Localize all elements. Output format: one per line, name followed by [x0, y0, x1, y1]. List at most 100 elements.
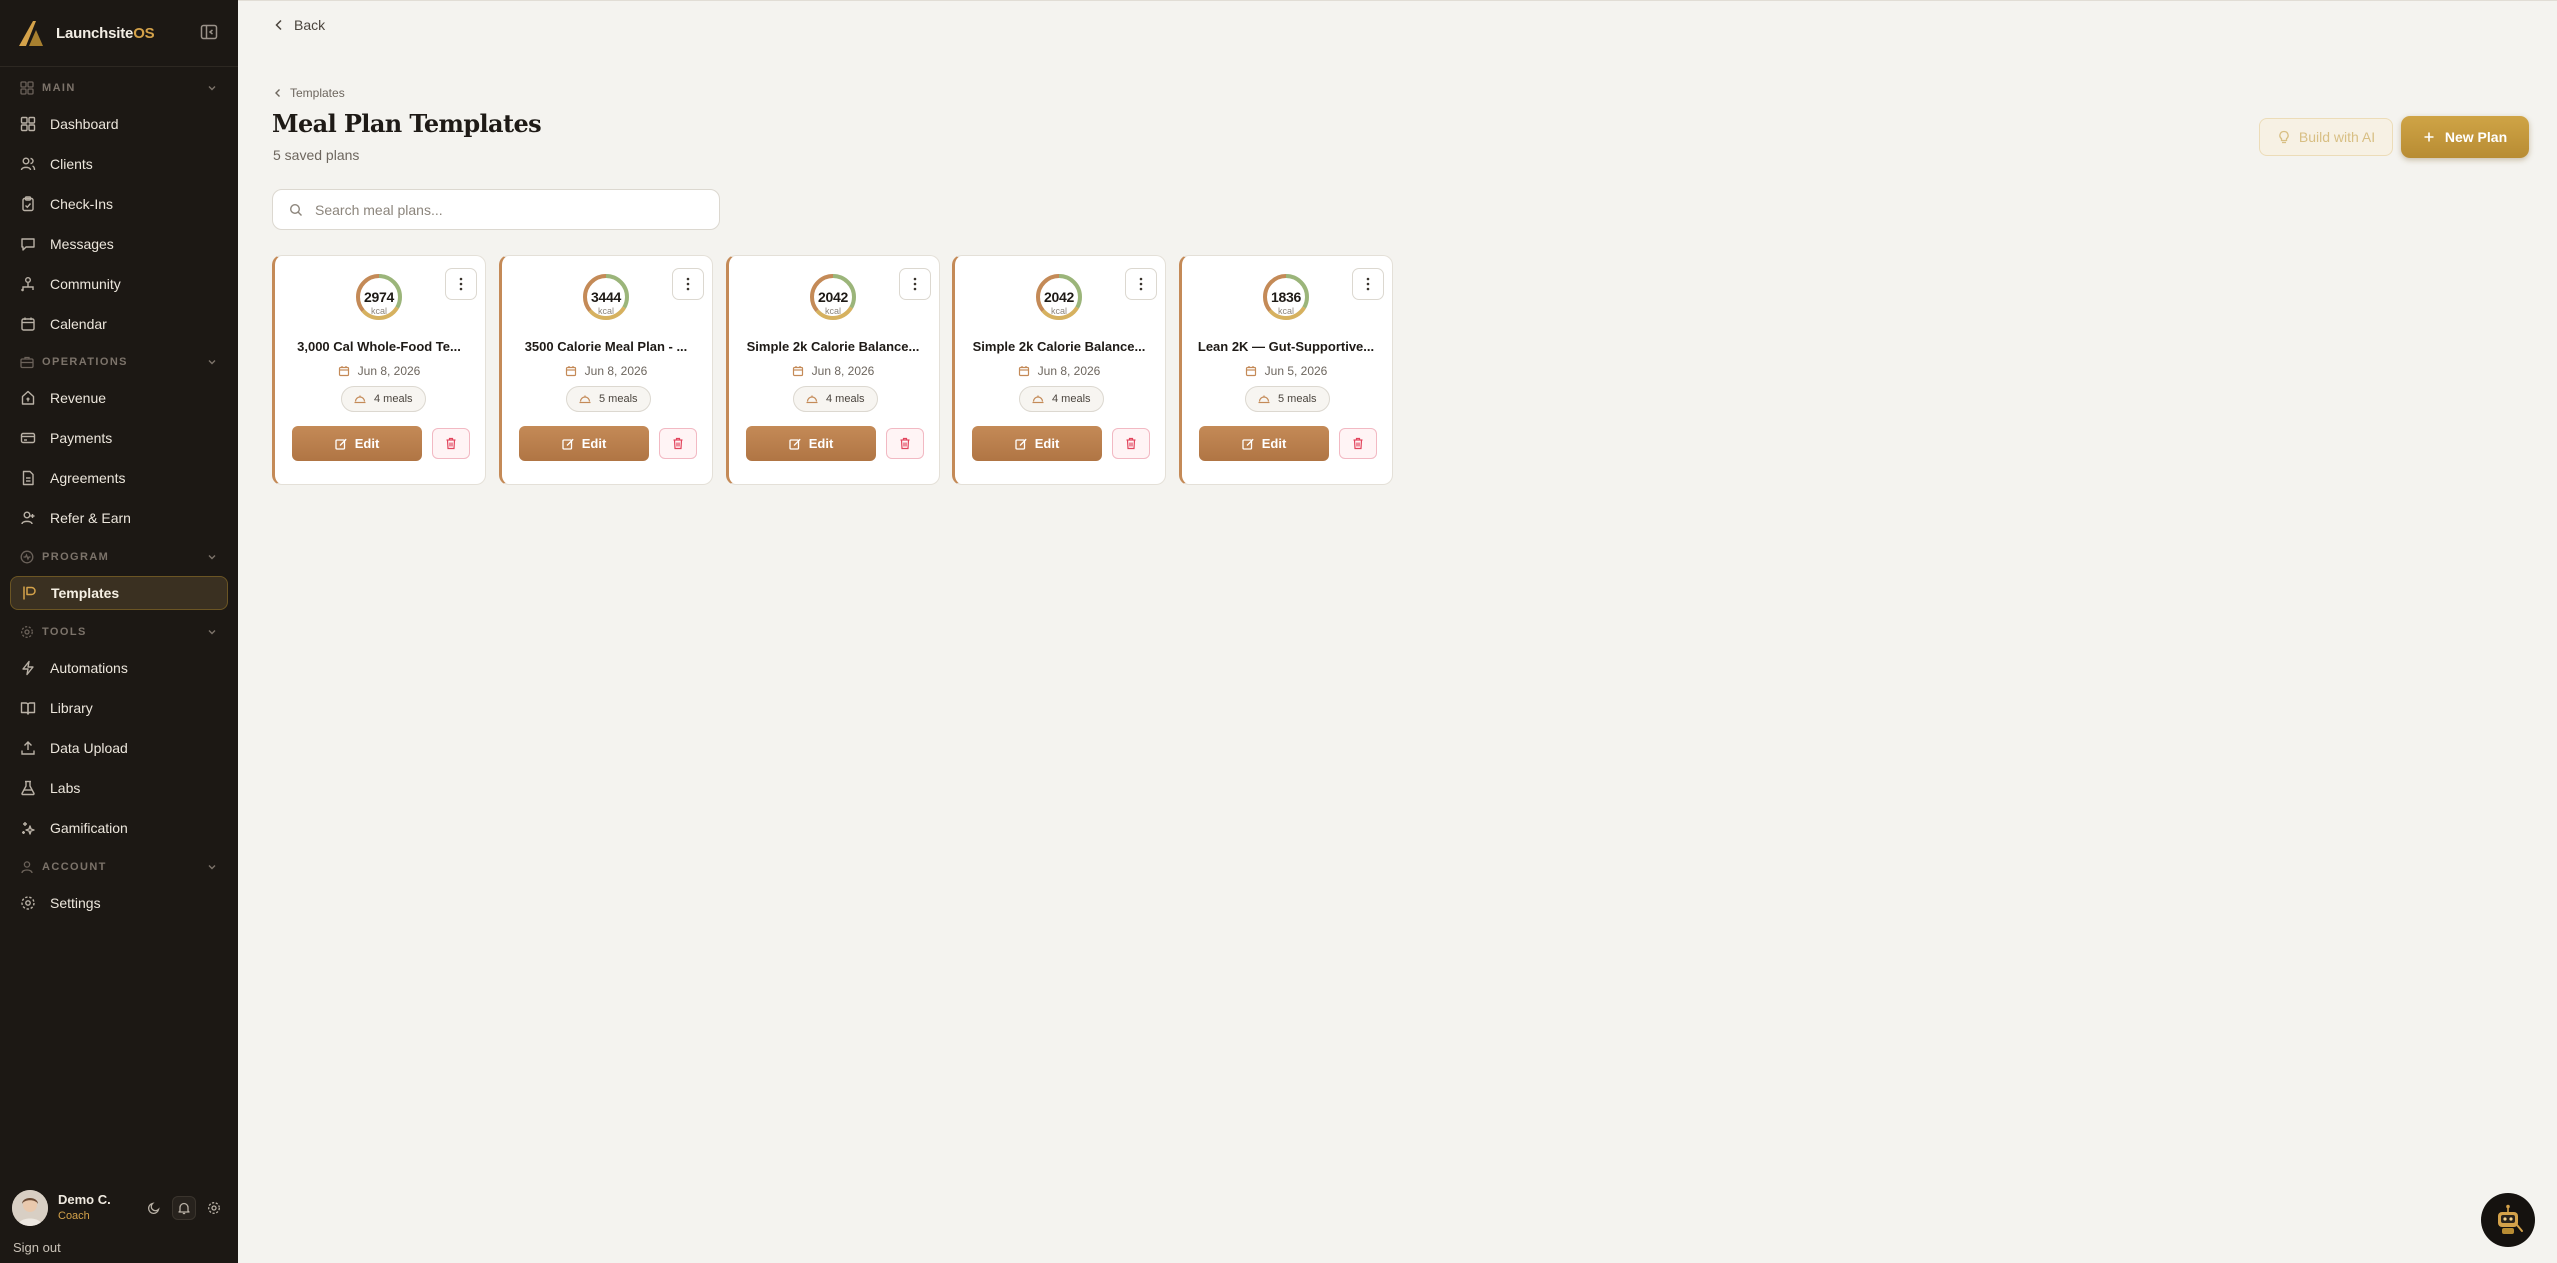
section-operations[interactable]: OPERATIONS — [10, 352, 228, 372]
trash-icon — [900, 437, 910, 450]
edit-plan-button[interactable]: Edit — [519, 426, 649, 461]
sign-out-link[interactable]: Sign out — [13, 1240, 61, 1255]
plan-date-text: Jun 8, 2026 — [1037, 364, 1101, 378]
user-settings-button[interactable] — [202, 1196, 226, 1220]
brand-name: LaunchsiteOS — [56, 24, 155, 42]
plan-title: Simple 2k Calorie Balance... — [972, 339, 1146, 354]
ai-assistant-button[interactable] — [2481, 1193, 2535, 1247]
section-main[interactable]: MAIN — [10, 78, 228, 98]
section-program[interactable]: PROGRAM — [10, 547, 228, 567]
meal-plan-card[interactable]: 2042 kcal Simple 2k Calorie Balance... J… — [726, 255, 940, 485]
sidebar-item-dashboard[interactable]: Dashboard — [10, 107, 228, 141]
meal-count-badge: 4 meals — [341, 386, 426, 412]
plan-date-text: Jun 8, 2026 — [357, 364, 421, 378]
delete-plan-button[interactable] — [1339, 428, 1377, 459]
templates-icon — [23, 586, 36, 600]
document-icon — [22, 470, 34, 486]
sidebar-item-label: Library — [50, 700, 93, 716]
sidebar-item-settings[interactable]: Settings — [10, 886, 228, 920]
section-account[interactable]: ACCOUNT — [10, 857, 228, 877]
sidebar-item-calendar[interactable]: Calendar — [10, 307, 228, 341]
sidebar-item-community[interactable]: Community — [10, 267, 228, 301]
sidebar-item-label: Templates — [51, 585, 120, 601]
user-profile[interactable]: Demo C. Coach — [10, 1188, 230, 1228]
meal-plan-card[interactable]: 2974 kcal 3,000 Cal Whole-Food Te... Jun… — [272, 255, 486, 485]
section-tools[interactable]: TOOLS — [10, 622, 228, 642]
sidebar-item-labs[interactable]: Labs — [10, 771, 228, 805]
delete-plan-button[interactable] — [886, 428, 924, 459]
edit-icon — [1015, 438, 1027, 450]
build-with-ai-button[interactable]: Build with AI — [2259, 118, 2393, 156]
new-plan-button[interactable]: New Plan — [2401, 116, 2529, 158]
brand[interactable]: LaunchsiteOS — [16, 18, 155, 48]
card-menu-button[interactable] — [1352, 268, 1384, 300]
plan-date-text: Jun 8, 2026 — [584, 364, 648, 378]
settings-icon — [21, 626, 33, 638]
sidebar-divider — [0, 66, 238, 67]
sidebar-item-label: Refer & Earn — [50, 510, 131, 526]
sidebar-item-payments[interactable]: Payments — [10, 421, 228, 455]
chevron-down-icon — [208, 865, 216, 870]
meal-count-text: 5 meals — [599, 393, 638, 405]
edit-plan-button[interactable]: Edit — [292, 426, 422, 461]
edit-plan-button[interactable]: Edit — [972, 426, 1102, 461]
search-box[interactable] — [272, 189, 720, 230]
grid-icon — [20, 116, 36, 132]
avatar[interactable] — [12, 1190, 48, 1226]
card-menu-button[interactable] — [445, 268, 477, 300]
meal-count-badge: 4 meals — [793, 386, 878, 412]
plan-date: Jun 8, 2026 — [735, 364, 931, 378]
upload-icon — [21, 741, 35, 755]
meal-plan-card[interactable]: 3444 kcal 3500 Calorie Meal Plan - ... J… — [499, 255, 713, 485]
back-button[interactable]: Back — [274, 17, 325, 33]
meal-count-badge: 5 meals — [1245, 386, 1330, 412]
sidebar-item-label: Labs — [50, 780, 81, 796]
credit-card-icon — [20, 432, 36, 444]
bell-icon — [178, 1202, 190, 1215]
edit-plan-button[interactable]: Edit — [1199, 426, 1329, 461]
delete-plan-button[interactable] — [1112, 428, 1150, 459]
sidebar-item-check-ins[interactable]: Check-Ins — [10, 187, 228, 221]
edit-plan-button[interactable]: Edit — [746, 426, 876, 461]
edit-icon — [1242, 438, 1254, 450]
sidebar-item-label: Agreements — [50, 470, 126, 486]
sidebar-item-library[interactable]: Library — [10, 691, 228, 725]
sidebar-item-gamification[interactable]: Gamification — [10, 811, 228, 845]
card-menu-button[interactable] — [1125, 268, 1157, 300]
calorie-unit: kcal — [824, 306, 841, 316]
delete-plan-button[interactable] — [659, 428, 697, 459]
sidebar-item-automations[interactable]: Automations — [10, 651, 228, 685]
refer-icon — [21, 511, 35, 525]
plan-date-text: Jun 8, 2026 — [811, 364, 875, 378]
card-menu-button[interactable] — [672, 268, 704, 300]
collapse-sidebar-icon[interactable] — [199, 22, 219, 42]
sidebar-item-label: Gamification — [50, 820, 128, 836]
meal-plan-card[interactable]: 1836 kcal Lean 2K — Gut-Supportive... Ju… — [1179, 255, 1393, 485]
sidebar-item-agreements[interactable]: Agreements — [10, 461, 228, 495]
delete-plan-button[interactable] — [432, 428, 470, 459]
card-menu-button[interactable] — [899, 268, 931, 300]
user-name: Demo C. — [58, 1192, 111, 1207]
sidebar-item-label: Messages — [50, 236, 114, 252]
edit-label: Edit — [1261, 436, 1287, 451]
search-input[interactable] — [315, 201, 695, 218]
meal-plan-card[interactable]: 2042 kcal Simple 2k Calorie Balance... J… — [952, 255, 1166, 485]
grid-icon — [20, 81, 34, 95]
notifications-button[interactable] — [172, 1196, 196, 1220]
meal-count-text: 4 meals — [1052, 393, 1091, 405]
sidebar-item-messages[interactable]: Messages — [10, 227, 228, 261]
chevron-down-icon — [208, 86, 216, 91]
breadcrumb[interactable]: Templates — [274, 86, 345, 100]
sidebar-item-templates[interactable]: Templates — [10, 576, 228, 610]
section-label: OPERATIONS — [42, 356, 128, 368]
theme-toggle-button[interactable] — [142, 1196, 166, 1220]
new-plan-label: New Plan — [2444, 129, 2508, 145]
sidebar-item-clients[interactable]: Clients — [10, 147, 228, 181]
calendar-icon — [1245, 366, 1256, 377]
plan-date: Jun 8, 2026 — [508, 364, 704, 378]
sidebar-item-data-upload[interactable]: Data Upload — [10, 731, 228, 765]
edit-label: Edit — [354, 436, 380, 451]
sidebar-item-refer-earn[interactable]: Refer & Earn — [10, 501, 228, 535]
sidebar-item-revenue[interactable]: Revenue — [10, 381, 228, 415]
meal-count-text: 4 meals — [374, 393, 413, 405]
